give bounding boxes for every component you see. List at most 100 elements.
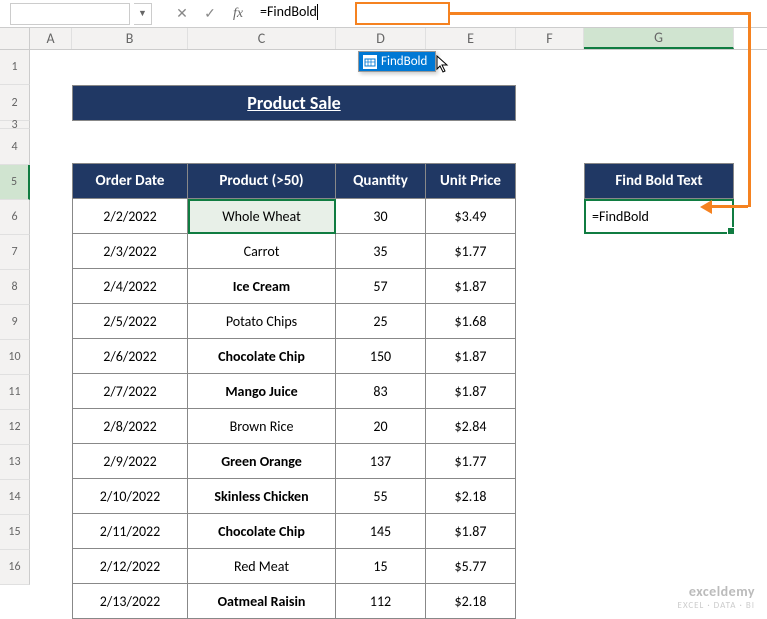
table-row: 2/8/2022Brown Rice20$2.84	[72, 409, 516, 444]
cell-qty[interactable]: 20	[336, 409, 426, 444]
col-header-G[interactable]: G	[584, 28, 734, 49]
namebox-dropdown[interactable]: ▼	[134, 3, 152, 25]
cell-product[interactable]: Whole Wheat	[188, 199, 336, 234]
table-row: 2/2/2022Whole Wheat30$3.49	[72, 199, 516, 234]
cell-price[interactable]: $1.77	[426, 444, 516, 479]
cell-date[interactable]: 2/5/2022	[72, 304, 188, 339]
cell-price[interactable]: $1.77	[426, 234, 516, 269]
cell-qty[interactable]: 145	[336, 514, 426, 549]
table-row: 2/11/2022Chocolate Chip145$1.87	[72, 514, 516, 549]
fx-button[interactable]: fx	[226, 3, 250, 25]
cell-product[interactable]: Mango Juice	[188, 374, 336, 409]
cell-date[interactable]: 2/12/2022	[72, 549, 188, 584]
watermark: exceldemy EXCEL · DATA · BI	[678, 583, 755, 611]
annotation-line	[710, 205, 748, 208]
table-row: 2/6/2022Chocolate Chip150$1.87	[72, 339, 516, 374]
cell-product[interactable]: Red Meat	[188, 549, 336, 584]
cell-product[interactable]: Green Orange	[188, 444, 336, 479]
cell-price[interactable]: $1.68	[426, 304, 516, 339]
table-row: 2/9/2022Green Orange137$1.77	[72, 444, 516, 479]
cell-date[interactable]: 2/2/2022	[72, 199, 188, 234]
cell-date[interactable]: 2/6/2022	[72, 339, 188, 374]
enter-button[interactable]: ✓	[198, 3, 222, 25]
cell-qty[interactable]: 25	[336, 304, 426, 339]
col-header-E[interactable]: E	[426, 28, 516, 49]
cell-product[interactable]: Oatmeal Raisin	[188, 584, 336, 619]
col-header-D[interactable]: D	[336, 28, 426, 49]
table-row: 2/4/2022Ice Cream57$1.87	[72, 269, 516, 304]
find-bold-header[interactable]: Find Bold Text	[584, 163, 734, 199]
cell-qty[interactable]: 55	[336, 479, 426, 514]
row-header-6[interactable]: 6	[0, 200, 30, 235]
cell-product[interactable]: Chocolate Chip	[188, 514, 336, 549]
table-row: 2/7/2022Mango Juice83$1.87	[72, 374, 516, 409]
cell-qty[interactable]: 83	[336, 374, 426, 409]
cell-date[interactable]: 2/10/2022	[72, 479, 188, 514]
cell-date[interactable]: 2/3/2022	[72, 234, 188, 269]
table-row: 2/12/2022Red Meat15$5.77	[72, 549, 516, 584]
annotation-line	[450, 12, 750, 15]
row-header-1[interactable]: 1	[0, 50, 30, 85]
row-header-8[interactable]: 8	[0, 270, 30, 305]
th-quantity[interactable]: Quantity	[336, 163, 426, 199]
cell-qty[interactable]: 57	[336, 269, 426, 304]
row-header-16[interactable]: 16	[0, 550, 30, 585]
cell-date[interactable]: 2/13/2022	[72, 584, 188, 619]
cell-price[interactable]: $2.84	[426, 409, 516, 444]
cell-date[interactable]: 2/9/2022	[72, 444, 188, 479]
row-header-7[interactable]: 7	[0, 235, 30, 270]
cell-product[interactable]: Chocolate Chip	[188, 339, 336, 374]
th-product[interactable]: Product (>50)	[188, 163, 336, 199]
row-header-10[interactable]: 10	[0, 340, 30, 375]
cell-date[interactable]: 2/11/2022	[72, 514, 188, 549]
cell-price[interactable]: $1.87	[426, 514, 516, 549]
autocomplete-item[interactable]: FindBold	[359, 52, 435, 71]
col-header-A[interactable]: A	[30, 28, 72, 49]
cell-product[interactable]: Ice Cream	[188, 269, 336, 304]
cell-qty[interactable]: 137	[336, 444, 426, 479]
cell-qty[interactable]: 112	[336, 584, 426, 619]
cell-product[interactable]: Potato Chips	[188, 304, 336, 339]
cell-product[interactable]: Skinless Chicken	[188, 479, 336, 514]
th-order-date[interactable]: Order Date	[72, 163, 188, 199]
col-header-C[interactable]: C	[188, 28, 336, 49]
cell-qty[interactable]: 15	[336, 549, 426, 584]
cell-qty[interactable]: 150	[336, 339, 426, 374]
cell-product[interactable]: Brown Rice	[188, 409, 336, 444]
row-headers: 1 2 3 4 5 6 7 8 9 10 11 12 13 14 15 16	[0, 50, 30, 585]
row-header-2[interactable]: 2	[0, 85, 30, 121]
cell-price[interactable]: $2.18	[426, 584, 516, 619]
cell-price[interactable]: $3.49	[426, 199, 516, 234]
row-header-3[interactable]: 3	[0, 121, 30, 129]
row-header-13[interactable]: 13	[0, 445, 30, 480]
row-header-9[interactable]: 9	[0, 305, 30, 340]
cell-price[interactable]: $1.87	[426, 339, 516, 374]
row-header-14[interactable]: 14	[0, 480, 30, 515]
cell-price[interactable]: $1.87	[426, 374, 516, 409]
select-all-corner[interactable]	[0, 28, 30, 49]
row-header-5[interactable]: 5	[0, 165, 30, 200]
cell-qty[interactable]: 35	[336, 234, 426, 269]
cell-date[interactable]: 2/7/2022	[72, 374, 188, 409]
row-header-12[interactable]: 12	[0, 410, 30, 445]
formula-autocomplete: FindBold	[358, 51, 436, 72]
row-header-11[interactable]: 11	[0, 375, 30, 410]
cell-product[interactable]: Carrot	[188, 234, 336, 269]
cell-date[interactable]: 2/8/2022	[72, 409, 188, 444]
cell-qty[interactable]: 30	[336, 199, 426, 234]
cell-date[interactable]: 2/4/2022	[72, 269, 188, 304]
table-row: 2/3/2022Carrot35$1.77	[72, 234, 516, 269]
cancel-button[interactable]: ✕	[170, 3, 194, 25]
cell-price[interactable]: $2.18	[426, 479, 516, 514]
cell-price[interactable]: $5.77	[426, 549, 516, 584]
col-header-B[interactable]: B	[72, 28, 188, 49]
name-box[interactable]	[10, 3, 130, 25]
cell-price[interactable]: $1.87	[426, 269, 516, 304]
row-header-15[interactable]: 15	[0, 515, 30, 550]
table-row: 2/5/2022Potato Chips25$1.68	[72, 304, 516, 339]
row-header-4[interactable]: 4	[0, 129, 30, 165]
find-bold-block: Find Bold Text =FindBold	[584, 163, 734, 234]
title-cell[interactable]: Product Sale	[72, 85, 516, 121]
col-header-F[interactable]: F	[516, 28, 584, 49]
th-unit-price[interactable]: Unit Price	[426, 163, 516, 199]
